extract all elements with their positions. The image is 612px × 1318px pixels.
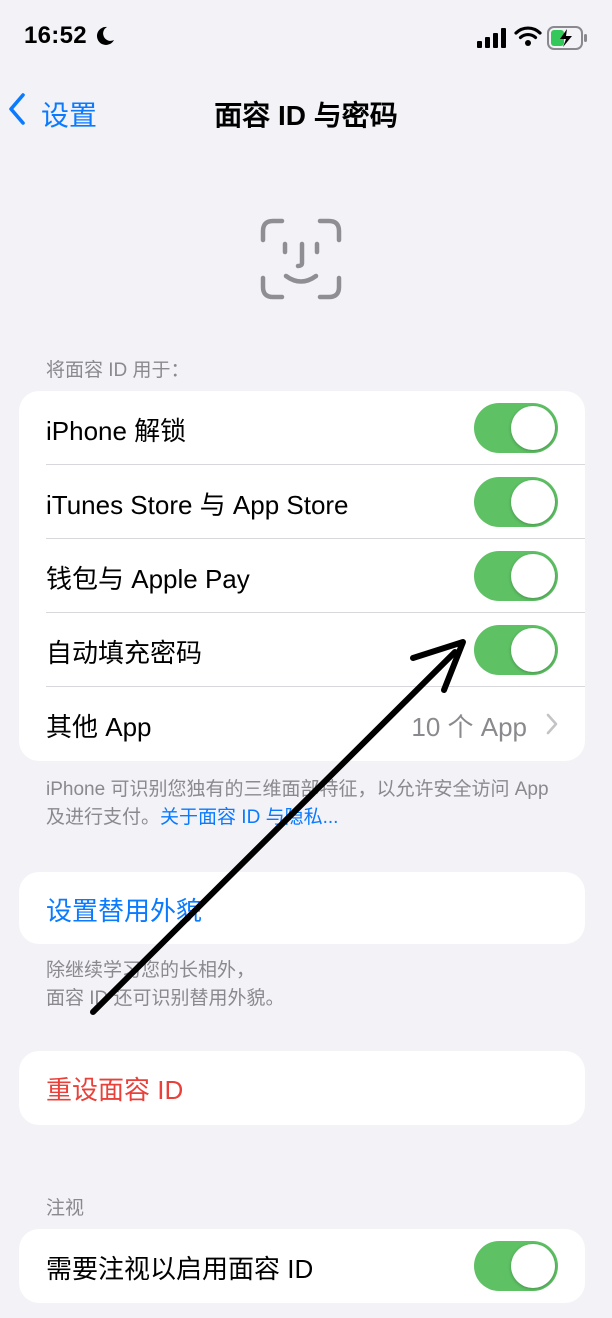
toggle-knob xyxy=(511,554,555,598)
password-autofill-toggle[interactable] xyxy=(474,625,558,675)
reset-face-id-group: 重设面容 ID xyxy=(19,1051,585,1125)
status-bar: 16:52 xyxy=(0,0,612,76)
toggle-knob xyxy=(511,406,555,450)
itunes-app-store-toggle[interactable] xyxy=(474,477,558,527)
row-wallet-apple-pay: 钱包与 Apple Pay xyxy=(19,539,585,613)
use-face-id-group: iPhone 解锁 iTunes Store 与 App Store 钱包与 A… xyxy=(19,391,585,761)
alternate-footer-line-2: 面容 ID 还可识别替用外貌。 xyxy=(46,988,285,1009)
moon-icon xyxy=(96,26,114,45)
privacy-link[interactable]: 关于面容 ID 与隐私... xyxy=(160,807,338,828)
row-label: iTunes Store 与 App Store xyxy=(46,490,349,520)
row-label: 自动填充密码 xyxy=(46,638,203,668)
row-itunes-app-store: iTunes Store 与 App Store xyxy=(19,465,585,539)
alternate-footer-line-1: 除继续学习您的长相外， xyxy=(46,960,256,981)
reset-face-id-button[interactable]: 重设面容 ID xyxy=(46,1070,183,1107)
row-password-autofill: 自动填充密码 xyxy=(19,613,585,687)
toggle-knob xyxy=(511,480,555,524)
wifi-icon xyxy=(514,26,542,46)
alternate-footer-note: 除继续学习您的长相外， 面容 ID 还可识别替用外貌。 xyxy=(46,957,566,1013)
section-header-attention: 注视 xyxy=(46,1198,85,1219)
toggle-knob xyxy=(511,628,555,672)
set-alternate-appearance-button[interactable]: 设置替用外貌 xyxy=(46,891,202,928)
other-apps-count: 10 个 App xyxy=(411,712,527,742)
attention-group: 需要注视以启用面容 ID xyxy=(19,1229,585,1303)
row-iphone-unlock: iPhone 解锁 xyxy=(19,391,585,465)
require-attention-toggle[interactable] xyxy=(474,1241,558,1291)
battery-charging-icon xyxy=(547,26,587,50)
status-time: 16:52 xyxy=(24,22,87,49)
alternate-appearance-group: 设置替用外貌 xyxy=(19,872,585,944)
toggle-knob xyxy=(511,1244,555,1288)
navigation-bar: 设置 面容 ID 与密码 xyxy=(0,80,612,140)
iphone-unlock-toggle[interactable] xyxy=(474,403,558,453)
section-header-use-face-id: 将面容 ID 用于： xyxy=(46,360,190,381)
page-title: 面容 ID 与密码 xyxy=(214,100,398,131)
cellular-signal-icon xyxy=(477,28,506,48)
row-require-attention: 需要注视以启用面容 ID xyxy=(19,1229,585,1303)
face-id-footer-note: iPhone 可识别您独有的三维面部特征，以允许安全访问 App 及进行支付。关… xyxy=(46,776,566,832)
row-label: 需要注视以启用面容 ID xyxy=(46,1254,314,1284)
row-other-apps[interactable]: 其他 App 10 个 App xyxy=(19,687,585,761)
chevron-right-icon xyxy=(546,713,558,735)
row-label: 其他 App xyxy=(46,712,152,742)
face-id-icon xyxy=(260,218,342,300)
row-label: 钱包与 Apple Pay xyxy=(46,564,250,594)
row-label: iPhone 解锁 xyxy=(46,416,187,446)
wallet-apple-pay-toggle[interactable] xyxy=(474,551,558,601)
